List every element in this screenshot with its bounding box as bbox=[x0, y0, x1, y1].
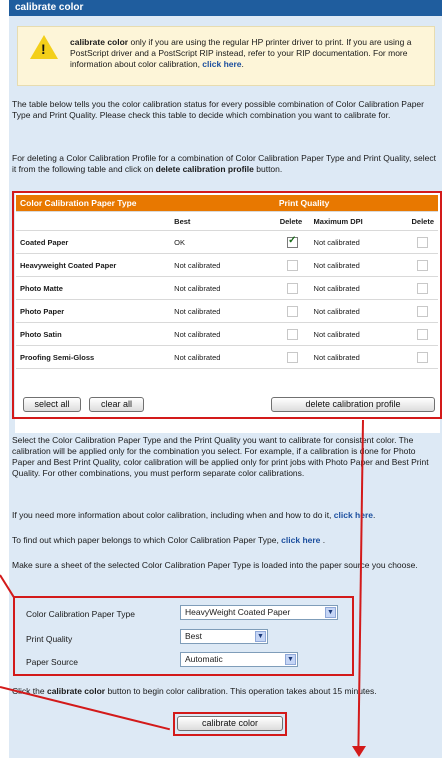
more-info-end: . bbox=[373, 510, 376, 520]
warning-lead: calibrate color bbox=[70, 37, 129, 47]
find-paper-end: . bbox=[320, 535, 326, 545]
warning-click-here-link[interactable]: click here bbox=[202, 59, 241, 69]
intro2-end: button. bbox=[253, 164, 283, 174]
calibrate-button-callout-box bbox=[173, 712, 287, 736]
warning-icon: ! bbox=[30, 35, 58, 59]
panel-title-bar: calibrate color bbox=[9, 0, 442, 16]
click-calibrate-bold: calibrate color bbox=[46, 686, 106, 696]
find-paper-text: To find out which paper belongs to which… bbox=[12, 535, 282, 545]
select-paragraph: Select the Color Calibration Paper Type … bbox=[12, 435, 429, 478]
callout-arrowhead bbox=[352, 746, 366, 757]
find-paper-paragraph: To find out which paper belongs to which… bbox=[12, 535, 440, 546]
warning-text: calibrate color only if you are using th… bbox=[70, 37, 430, 70]
click-calibrate-end: button to begin color calibration. This … bbox=[105, 686, 377, 696]
intro2-bold: delete calibration profile bbox=[155, 164, 254, 174]
form-callout-box bbox=[13, 596, 354, 676]
more-info-paragraph: If you need more information about color… bbox=[12, 510, 440, 521]
table-callout-box bbox=[12, 191, 442, 419]
find-paper-click-here-link[interactable]: click here bbox=[281, 535, 320, 545]
more-info-click-here-link[interactable]: click here bbox=[334, 510, 373, 520]
warning-period: . bbox=[241, 59, 244, 69]
panel-title: calibrate color bbox=[15, 2, 84, 13]
more-info-text: If you need more information about color… bbox=[12, 510, 334, 520]
load-sheet-paragraph: Make sure a sheet of the selected Color … bbox=[12, 560, 418, 570]
click-calibrate-paragraph: Click the calibrate color button to begi… bbox=[12, 686, 440, 697]
intro-paragraph-2: For deleting a Color Calibration Profile… bbox=[12, 153, 440, 175]
warning-box: ! calibrate color only if you are using … bbox=[17, 26, 435, 86]
intro-paragraph-1: The table below tells you the color cali… bbox=[12, 99, 424, 120]
